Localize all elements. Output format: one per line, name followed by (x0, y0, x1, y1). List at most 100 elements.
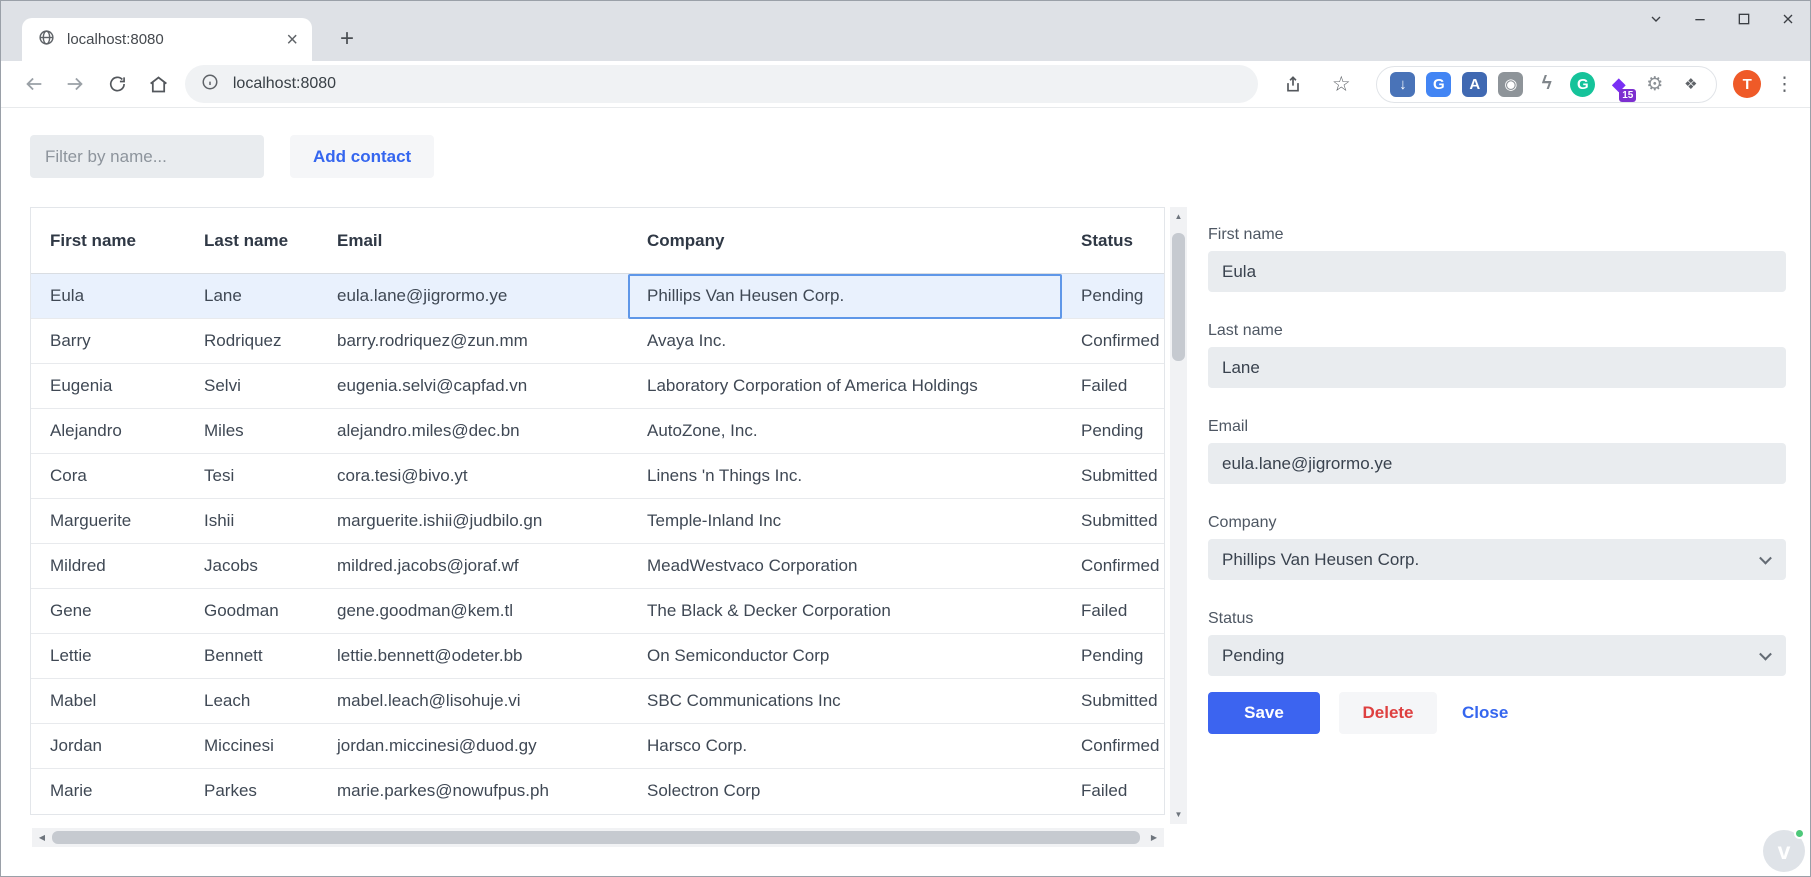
cell-company[interactable]: MeadWestvaco Corporation (628, 544, 1062, 589)
back-icon[interactable] (13, 64, 55, 104)
window-minimize-button[interactable] (1692, 11, 1708, 27)
extensions-puzzle-icon[interactable]: ❖ (1678, 72, 1703, 97)
table-row[interactable]: Eugenia Selvi eugenia.selvi@capfad.vn Labor… (31, 364, 1164, 409)
cell-company[interactable]: Harsco Corp. (628, 724, 1062, 769)
filter-input[interactable] (30, 135, 264, 178)
cell-status[interactable]: Submitted (1062, 679, 1164, 724)
table-row[interactable]: Jordan Miccinesi jordan.miccinesi@duod.gy H… (31, 724, 1164, 769)
cell-email[interactable]: mildred.jacobs@joraf.wf (318, 544, 628, 589)
scroll-up-arrow-icon[interactable]: ▲ (1170, 209, 1187, 224)
settings-gear-extension-icon[interactable]: ⚙ (1642, 72, 1667, 97)
first-name-field[interactable] (1208, 251, 1786, 292)
cell-last-name[interactable]: Leach (185, 679, 318, 724)
cell-email[interactable]: gene.goodman@kem.tl (318, 589, 628, 634)
window-maximize-button[interactable] (1736, 11, 1752, 27)
cell-email[interactable]: eugenia.selvi@capfad.vn (318, 364, 628, 409)
window-menu-chevron-icon[interactable] (1648, 11, 1664, 27)
scroll-right-arrow-icon[interactable]: ▶ (1146, 828, 1162, 847)
download-extension-icon[interactable]: ↓ (1390, 71, 1416, 97)
cell-company[interactable]: Avaya Inc. (628, 319, 1062, 364)
add-contact-button[interactable]: Add contact (290, 135, 435, 178)
cell-last-name[interactable]: Miccinesi (185, 724, 318, 769)
site-info-icon[interactable] (201, 73, 219, 96)
column-header-company[interactable]: Company (628, 231, 1062, 251)
vertical-scrollbar-thumb[interactable] (1172, 233, 1185, 361)
cell-email[interactable]: eula.lane@jigrormo.ye (318, 274, 628, 319)
cell-company[interactable]: AutoZone, Inc. (628, 409, 1062, 454)
profile-avatar[interactable]: T (1733, 70, 1761, 98)
reload-icon[interactable] (96, 64, 138, 104)
cell-first-name[interactable]: Mildred (31, 544, 185, 589)
table-row[interactable]: Marguerite Ishii marguerite.ishii@judbilo.… (31, 499, 1164, 544)
cell-status[interactable]: Failed (1062, 364, 1164, 409)
cell-company[interactable]: Solectron Corp (628, 769, 1062, 814)
cell-email[interactable]: marie.parkes@nowufpus.ph (318, 769, 628, 814)
company-select[interactable]: Phillips Van Heusen Corp. (1208, 539, 1786, 580)
cell-company[interactable]: Phillips Van Heusen Corp. (628, 274, 1062, 319)
column-header-first-name[interactable]: First name (31, 231, 185, 251)
cell-last-name[interactable]: Jacobs (185, 544, 318, 589)
cell-status[interactable]: Failed (1062, 589, 1164, 634)
cell-company[interactable]: Temple-Inland Inc (628, 499, 1062, 544)
cell-last-name[interactable]: Tesi (185, 454, 318, 499)
cell-first-name[interactable]: Marguerite (31, 499, 185, 544)
table-row[interactable]: Marie Parkes marie.parkes@nowufpus.ph Solec… (31, 769, 1164, 814)
cell-first-name[interactable]: Eula (31, 274, 185, 319)
cell-last-name[interactable]: Lane (185, 274, 318, 319)
cell-first-name[interactable]: Barry (31, 319, 185, 364)
status-select[interactable]: Pending (1208, 635, 1786, 676)
last-name-field[interactable] (1208, 347, 1786, 388)
scroll-left-arrow-icon[interactable]: ◀ (34, 828, 50, 847)
column-header-status[interactable]: Status (1062, 231, 1164, 251)
table-row[interactable]: Eula Lane eula.lane@jigrormo.ye Phillips Va… (31, 274, 1164, 319)
table-row[interactable]: Barry Rodriquez barry.rodriquez@zun.mm Avay… (31, 319, 1164, 364)
vertical-scrollbar[interactable]: ▲ ▼ (1170, 207, 1187, 824)
cell-first-name[interactable]: Marie (31, 769, 185, 814)
forward-icon[interactable] (54, 64, 96, 104)
cell-first-name[interactable]: Jordan (31, 724, 185, 769)
bookmark-star-icon[interactable]: ☆ (1320, 64, 1362, 104)
cell-last-name[interactable]: Goodman (185, 589, 318, 634)
cell-first-name[interactable]: Eugenia (31, 364, 185, 409)
new-tab-button[interactable]: + (333, 25, 361, 53)
cell-status[interactable]: Confirmed (1062, 319, 1164, 364)
cell-email[interactable]: jordan.miccinesi@duod.gy (318, 724, 628, 769)
cell-last-name[interactable]: Bennett (185, 634, 318, 679)
column-header-last-name[interactable]: Last name (185, 231, 318, 251)
cell-first-name[interactable]: Lettie (31, 634, 185, 679)
cell-last-name[interactable]: Miles (185, 409, 318, 454)
cell-status[interactable]: Pending (1062, 634, 1164, 679)
horizontal-scrollbar-thumb[interactable] (52, 831, 1140, 844)
save-button[interactable]: Save (1208, 692, 1320, 734)
close-button[interactable]: Close (1462, 692, 1508, 734)
purple-extension-icon[interactable]: ◆ 15 (1606, 72, 1637, 102)
delete-button[interactable]: Delete (1339, 692, 1437, 734)
cell-email[interactable]: cora.tesi@bivo.yt (318, 454, 628, 499)
cell-last-name[interactable]: Rodriquez (185, 319, 318, 364)
cell-last-name[interactable]: Parkes (185, 769, 318, 814)
cell-email[interactable]: lettie.bennett@odeter.bb (318, 634, 628, 679)
share-icon[interactable] (1272, 64, 1314, 104)
home-icon[interactable] (137, 64, 179, 104)
cell-last-name[interactable]: Selvi (185, 364, 318, 409)
cell-company[interactable]: On Semiconductor Corp (628, 634, 1062, 679)
browser-menu-icon[interactable]: ⋮ (1775, 73, 1794, 96)
browser-tab[interactable]: localhost:8080 × (22, 18, 312, 61)
cell-status[interactable]: Confirmed (1062, 544, 1164, 589)
cell-email[interactable]: barry.rodriquez@zun.mm (318, 319, 628, 364)
cell-company[interactable]: The Black & Decker Corporation (628, 589, 1062, 634)
cell-email[interactable]: alejandro.miles@dec.bn (318, 409, 628, 454)
cell-status[interactable]: Submitted (1062, 499, 1164, 544)
table-row[interactable]: Mabel Leach mabel.leach@lisohuje.vi SBC Com… (31, 679, 1164, 724)
table-row[interactable]: Mildred Jacobs mildred.jacobs@joraf.wf Mead… (31, 544, 1164, 589)
cell-status[interactable]: Pending (1062, 409, 1164, 454)
window-close-button[interactable] (1780, 11, 1796, 27)
scroll-down-arrow-icon[interactable]: ▼ (1170, 807, 1187, 822)
table-row[interactable]: Lettie Bennett lettie.bennett@odeter.bb On … (31, 634, 1164, 679)
lightning-extension-icon[interactable]: ϟ (1534, 72, 1559, 97)
horizontal-scrollbar[interactable]: ◀ ▶ (32, 828, 1164, 847)
cell-company[interactable]: SBC Communications Inc (628, 679, 1062, 724)
cell-first-name[interactable]: Alejandro (31, 409, 185, 454)
cell-status[interactable]: Submitted (1062, 454, 1164, 499)
cell-email[interactable]: marguerite.ishii@judbilo.gn (318, 499, 628, 544)
